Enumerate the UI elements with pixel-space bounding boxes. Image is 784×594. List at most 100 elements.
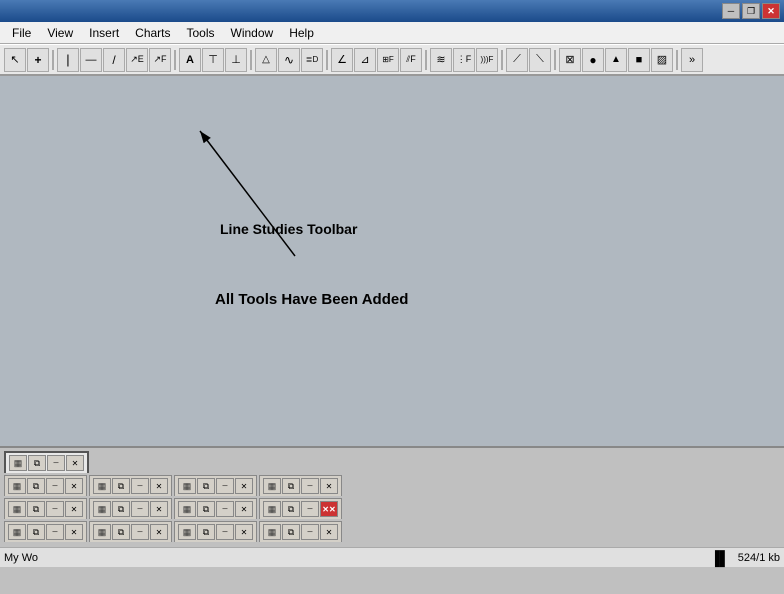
restore-btn-2-4[interactable]: [282, 478, 300, 494]
restore-btn-3-2[interactable]: [112, 501, 130, 517]
tool-parallel[interactable]: ⫽F: [400, 48, 422, 72]
tool-bars[interactable]: ⋮F: [453, 48, 475, 72]
menu-view[interactable]: View: [39, 24, 81, 42]
chart-btn-4-3[interactable]: [178, 524, 196, 540]
tool-rect[interactable]: [628, 48, 650, 72]
menu-tools[interactable]: Tools: [179, 24, 223, 42]
chart-btn-4-1[interactable]: [8, 524, 26, 540]
menu-help[interactable]: Help: [281, 24, 322, 42]
chart-btn-2-3[interactable]: [178, 478, 196, 494]
chart-btn-1-1[interactable]: [9, 455, 27, 471]
restore-button[interactable]: ❐: [742, 3, 760, 19]
chart-btn-3-3[interactable]: [178, 501, 196, 517]
tool-fib[interactable]: ≣D: [301, 48, 323, 72]
close-button[interactable]: ✕: [762, 3, 780, 19]
close-btn-4-1[interactable]: [65, 524, 83, 540]
minimize-btn-3-3[interactable]: [216, 501, 234, 517]
restore-btn-2-3[interactable]: [197, 478, 215, 494]
minimize-btn-3-4[interactable]: [301, 501, 319, 517]
tool-crosshair[interactable]: [27, 48, 49, 72]
close-btn-3-1[interactable]: [65, 501, 83, 517]
chart-btn-2-2[interactable]: [93, 478, 111, 494]
tool-price-f[interactable]: [225, 48, 247, 72]
menu-charts[interactable]: Charts: [127, 24, 178, 42]
window-tab-2-3[interactable]: [174, 475, 257, 496]
window-tab-4-3[interactable]: [174, 521, 257, 542]
restore-btn-2-2[interactable]: [112, 478, 130, 494]
chart-btn-4-4[interactable]: [263, 524, 281, 540]
minimize-btn-2-1[interactable]: [46, 478, 64, 494]
restore-btn-4-2[interactable]: [112, 524, 130, 540]
close-btn-2-1[interactable]: [65, 478, 83, 494]
window-tab-3-3[interactable]: [174, 498, 257, 519]
window-tab-2-4[interactable]: [259, 475, 342, 496]
minimize-btn-2-4[interactable]: [301, 478, 319, 494]
window-tab-3-2[interactable]: [89, 498, 172, 519]
restore-btn-3-3[interactable]: [197, 501, 215, 517]
window-tab-3-1[interactable]: [4, 498, 87, 519]
close-btn-1-1[interactable]: [66, 455, 84, 471]
minimize-btn-4-3[interactable]: [216, 524, 234, 540]
close-btn-4-2[interactable]: [150, 524, 168, 540]
minimize-button[interactable]: ─: [722, 3, 740, 19]
chart-btn-2-4[interactable]: [263, 478, 281, 494]
close-btn-2-2[interactable]: [150, 478, 168, 494]
close-btn-4-4[interactable]: [320, 524, 338, 540]
window-tab-2-2[interactable]: [89, 475, 172, 496]
minimize-btn-3-2[interactable]: [131, 501, 149, 517]
tool-triangle[interactable]: [255, 48, 277, 72]
close-btn-3-3[interactable]: [235, 501, 253, 517]
minimize-btn-4-2[interactable]: [131, 524, 149, 540]
tool-vline[interactable]: [57, 48, 79, 72]
minimize-btn-1-1[interactable]: [47, 455, 65, 471]
close-btn-3-4-red[interactable]: ✕: [320, 501, 338, 517]
tool-more[interactable]: [681, 48, 703, 72]
tool-angles2[interactable]: [354, 48, 376, 72]
restore-btn-4-3[interactable]: [197, 524, 215, 540]
close-btn-4-3[interactable]: [235, 524, 253, 540]
tool-uptri[interactable]: [605, 48, 627, 72]
chart-btn-3-2[interactable]: [93, 501, 111, 517]
minimize-btn-4-1[interactable]: [46, 524, 64, 540]
tool-angles[interactable]: [331, 48, 353, 72]
window-tab-4-4[interactable]: [259, 521, 342, 542]
window-tab-1-1[interactable]: [4, 451, 89, 473]
restore-btn-1-1[interactable]: [28, 455, 46, 471]
minimize-btn-4-4[interactable]: [301, 524, 319, 540]
minimize-btn-2-2[interactable]: [131, 478, 149, 494]
tool-grid[interactable]: [559, 48, 581, 72]
restore-btn-4-1[interactable]: [27, 524, 45, 540]
menu-window[interactable]: Window: [223, 24, 282, 42]
tool-sline[interactable]: [506, 48, 528, 72]
chart-btn-2-1[interactable]: [8, 478, 26, 494]
chart-btn-4-2[interactable]: [93, 524, 111, 540]
tool-price-t[interactable]: [202, 48, 224, 72]
restore-btn-3-1[interactable]: [27, 501, 45, 517]
window-tab-3-4[interactable]: ✕: [259, 498, 342, 519]
tool-text[interactable]: [179, 48, 201, 72]
menu-insert[interactable]: Insert: [81, 24, 127, 42]
tool-cycle[interactable]: )))F: [476, 48, 498, 72]
tool-wave[interactable]: [278, 48, 300, 72]
chart-btn-3-1[interactable]: [8, 501, 26, 517]
tool-pointer[interactable]: [4, 48, 26, 72]
menu-file[interactable]: File: [4, 24, 39, 42]
tool-hatch[interactable]: [651, 48, 673, 72]
restore-btn-4-4[interactable]: [282, 524, 300, 540]
tool-hline[interactable]: [80, 48, 102, 72]
window-tab-4-1[interactable]: [4, 521, 87, 542]
tool-circle[interactable]: [582, 48, 604, 72]
tool-ray-e[interactable]: ↗E: [126, 48, 148, 72]
tool-tline[interactable]: [103, 48, 125, 72]
close-btn-2-3[interactable]: [235, 478, 253, 494]
close-btn-2-4[interactable]: [320, 478, 338, 494]
tool-fan[interactable]: ⊞F: [377, 48, 399, 72]
tool-sline2[interactable]: [529, 48, 551, 72]
chart-btn-3-4[interactable]: [263, 501, 281, 517]
minimize-btn-2-3[interactable]: [216, 478, 234, 494]
restore-btn-3-4[interactable]: [282, 501, 300, 517]
tool-speed[interactable]: [430, 48, 452, 72]
minimize-btn-3-1[interactable]: [46, 501, 64, 517]
window-tab-4-2[interactable]: [89, 521, 172, 542]
window-tab-2-1[interactable]: [4, 475, 87, 496]
